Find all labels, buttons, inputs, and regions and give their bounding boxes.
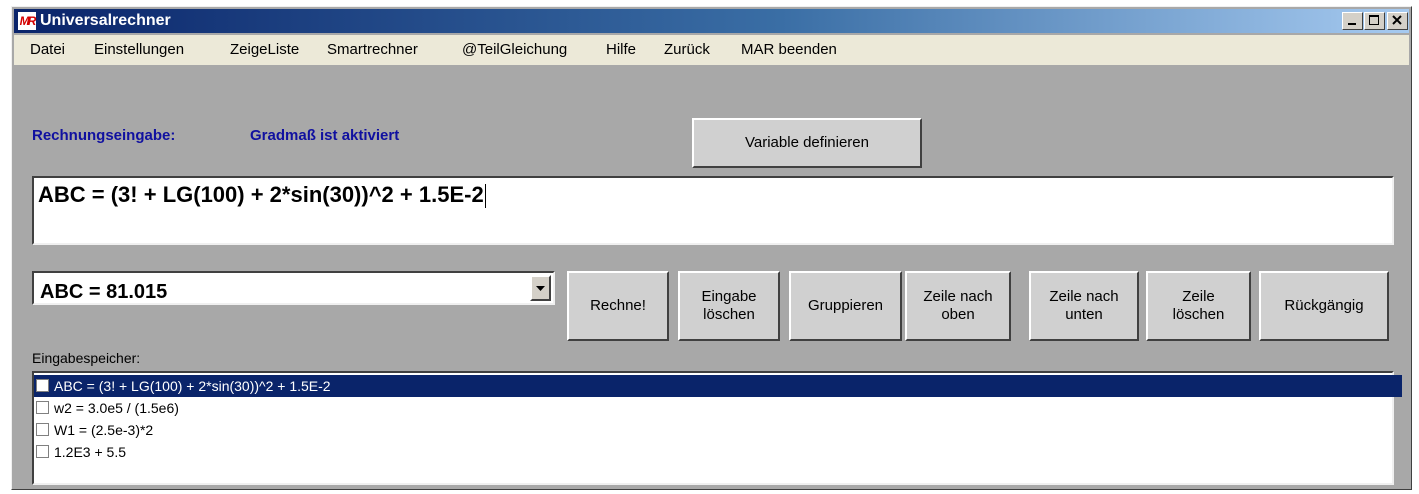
list-item-checkbox[interactable] <box>36 423 49 436</box>
chevron-down-icon <box>536 286 545 291</box>
list-item[interactable]: ABC = (3! + LG(100) + 2*sin(30))^2 + 1.5… <box>34 375 1402 397</box>
maximize-icon <box>1369 15 1379 25</box>
list-item-checkbox[interactable] <box>36 379 49 392</box>
list-item-text: 1.2E3 + 5.5 <box>54 444 127 460</box>
list-item[interactable]: W1 = (2.5e-3)*2 <box>34 419 1402 441</box>
close-button[interactable] <box>1387 12 1408 30</box>
menu-mar-beenden[interactable]: MAR beenden <box>741 35 837 65</box>
minimize-button[interactable] <box>1342 12 1363 30</box>
close-icon <box>1392 15 1402 25</box>
menu-bar: Datei Einstellungen ZeigeListe Smartrech… <box>14 35 1409 65</box>
menu-einstellungen[interactable]: Einstellungen <box>94 35 184 65</box>
maximize-button[interactable] <box>1364 12 1385 30</box>
list-item-text: w2 = 3.0e5 / (1.5e6) <box>54 400 179 416</box>
menu-zeigeliste[interactable]: ZeigeListe <box>230 35 299 65</box>
app-logo-icon[interactable]: MR <box>18 12 36 30</box>
list-item-text: ABC = (3! + LG(100) + 2*sin(30))^2 + 1.5… <box>54 378 331 394</box>
menu-datei[interactable]: Datei <box>30 35 65 65</box>
menu-smartrechner[interactable]: Smartrechner <box>327 35 418 65</box>
formula-value: ABC = (3! + LG(100) + 2*sin(30))^2 + 1.5… <box>38 182 484 207</box>
menu-zurueck[interactable]: Zurück <box>664 35 710 65</box>
formula-input[interactable]: ABC = (3! + LG(100) + 2*sin(30))^2 + 1.5… <box>32 176 1394 245</box>
list-item-checkbox[interactable] <box>36 445 49 458</box>
calculate-button[interactable]: Rechne! <box>567 271 669 341</box>
memory-listbox[interactable]: ABC = (3! + LG(100) + 2*sin(30))^2 + 1.5… <box>32 371 1402 485</box>
result-combobox[interactable]: ABC = 81.015 <box>32 271 555 305</box>
delete-row-button[interactable]: Zeile löschen <box>1146 271 1251 341</box>
text-caret <box>484 184 486 209</box>
memory-label: Eingabespeicher: <box>32 350 141 366</box>
row-up-button[interactable]: Zeile nach oben <box>905 271 1011 341</box>
define-variable-button[interactable]: Variable definieren <box>692 118 922 168</box>
list-item-text: W1 = (2.5e-3)*2 <box>54 422 154 438</box>
menu-teilgleichung[interactable]: @TeilGleichung <box>462 35 567 65</box>
menu-hilfe[interactable]: Hilfe <box>606 35 636 65</box>
mode-status: Gradmaß ist aktiviert <box>250 127 400 144</box>
list-item[interactable]: 1.2E3 + 5.5 <box>34 441 1402 463</box>
row-down-button[interactable]: Zeile nach unten <box>1029 271 1139 341</box>
combobox-dropdown-button[interactable] <box>530 275 551 301</box>
list-item-checkbox[interactable] <box>36 401 49 414</box>
main-window: MR Universalrechner Datei Einstellungen … <box>11 6 1412 490</box>
input-label: Rechnungseingabe: <box>32 127 176 144</box>
minimize-icon <box>1348 23 1356 25</box>
title-bar[interactable]: MR Universalrechner <box>14 9 1409 33</box>
window-title: Universalrechner <box>40 12 171 29</box>
list-item[interactable]: w2 = 3.0e5 / (1.5e6) <box>34 397 1402 419</box>
result-value: ABC = 81.015 <box>40 281 168 303</box>
clear-input-button[interactable]: Eingabe löschen <box>678 271 780 341</box>
group-button[interactable]: Gruppieren <box>789 271 902 341</box>
undo-button[interactable]: Rückgängig <box>1259 271 1389 341</box>
formula-input-text: ABC = (3! + LG(100) + 2*sin(30))^2 + 1.5… <box>38 182 486 209</box>
